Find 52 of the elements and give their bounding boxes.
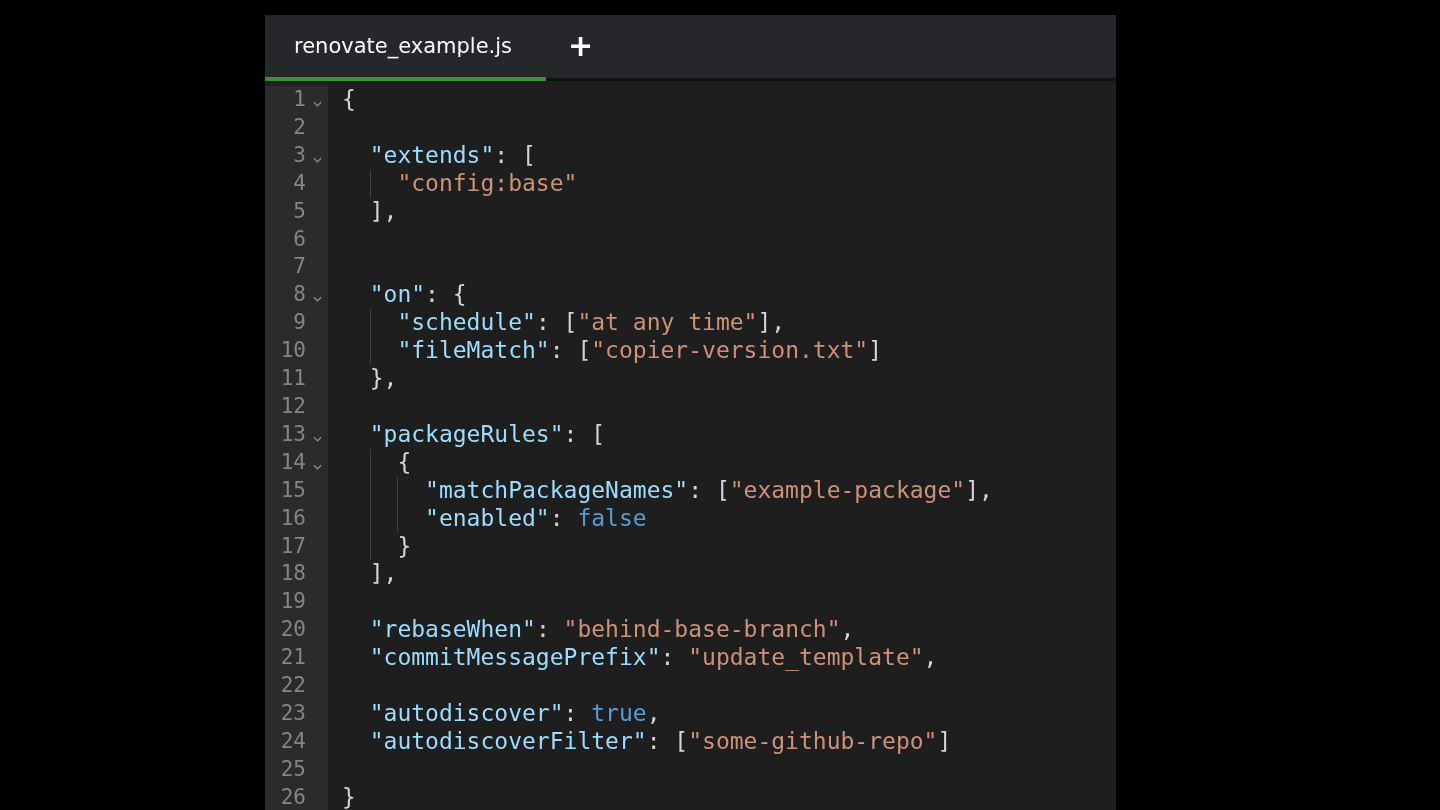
code-line: } [342,783,356,810]
code-line: "rebaseWhen": "behind-base-branch", [368,616,855,643]
line-number: 19 [279,588,306,616]
line-number: 5 [292,197,306,225]
line-number: 12 [279,392,306,420]
line-number: 15 [279,476,306,504]
line-number: 25 [279,755,306,783]
code-line: "autodiscover": true, [368,699,661,726]
chevron-down-icon[interactable] [312,100,322,107]
line-number: 10 [279,337,306,365]
code-line: "autodiscoverFilter": ["some-github-repo"] [368,727,952,754]
line-number: 3 [292,141,306,169]
line-number: 7 [292,253,306,281]
code-line: }, [368,365,398,392]
code-line: ], [368,560,398,587]
code-line: "matchPackageNames": ["example-package"], [424,476,993,503]
code-line: { [342,86,356,112]
line-number: 17 [279,532,306,560]
code-line: ], [368,197,398,224]
chevron-down-icon[interactable] [312,463,322,470]
code-line: "enabled": false [424,504,647,531]
code-line: { [396,448,412,475]
chevron-down-icon[interactable] [312,156,322,163]
line-number: 9 [292,309,306,337]
code-line: "config:base" [396,169,578,196]
line-number: 22 [279,672,306,700]
code-line: "on": { [368,281,467,308]
code-line: "fileMatch": ["copier-version.txt"] [396,337,883,364]
line-number: 18 [279,560,306,588]
line-number: 26 [279,783,306,810]
line-number: 8 [292,281,306,309]
line-number: 16 [279,504,306,532]
code-line: "commitMessagePrefix": "update_template", [368,644,938,671]
line-number: 23 [279,699,306,727]
line-number: 21 [279,644,306,672]
code-line: "extends": [ [368,141,536,168]
line-number: 13 [279,420,306,448]
new-tab-button[interactable]: + [564,28,598,63]
line-number: 6 [292,225,306,253]
code-line: "schedule": ["at any time"], [396,309,786,336]
line-number: 4 [292,169,306,197]
chevron-down-icon[interactable] [312,435,322,442]
line-number: 24 [279,727,306,755]
chevron-down-icon[interactable] [312,296,322,303]
code-line: } [396,532,412,559]
code-line: "packageRules": [ [368,420,606,447]
line-number: 14 [279,448,306,476]
line-number: 2 [292,113,306,141]
line-number: 1 [292,86,306,113]
file-tab[interactable]: renovate_example.js [265,15,546,81]
line-number: 20 [279,616,306,644]
line-number: 11 [279,365,306,393]
